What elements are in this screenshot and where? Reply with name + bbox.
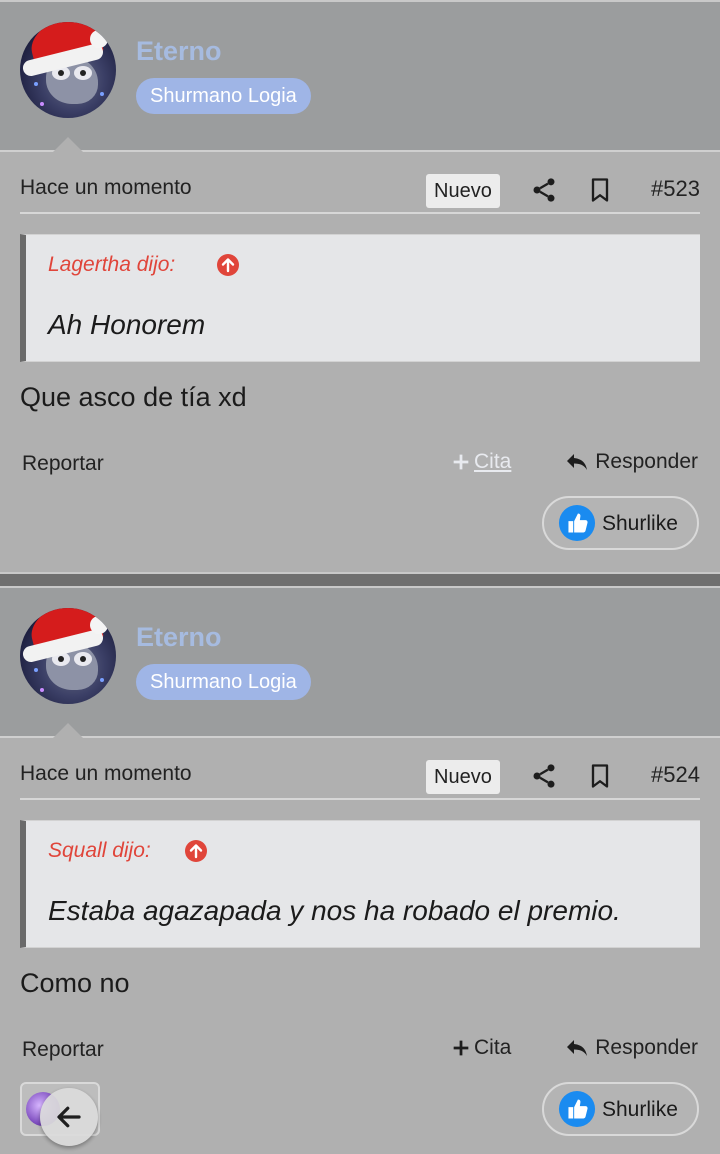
quote-block: Squall dijo: Estaba agazapada y nos ha r… (20, 820, 700, 948)
quote-button[interactable]: Cita (450, 1036, 511, 1060)
like-label: Shurlike (602, 1098, 678, 1121)
quote-label: Cita (474, 450, 512, 473)
user-header: Eterno Shurmano Logia (0, 0, 720, 153)
header-divider (0, 150, 720, 152)
thumbs-up-icon (558, 504, 596, 542)
reply-button[interactable]: Responder (565, 450, 698, 474)
post-524: Eterno Shurmano Logia Hace un momento Nu… (0, 586, 720, 1154)
bookmark-icon[interactable] (586, 762, 614, 790)
like-label: Shurlike (602, 512, 678, 535)
reply-icon (567, 454, 588, 470)
back-button[interactable] (40, 1088, 98, 1146)
new-badge: Nuevo (426, 760, 500, 794)
arrow-up-circle-icon[interactable] (216, 253, 240, 277)
new-badge: Nuevo (426, 174, 500, 208)
share-icon[interactable] (530, 762, 558, 790)
header-notch (52, 723, 84, 739)
reply-label: Responder (595, 1036, 698, 1059)
post-actions: Reportar Cita Responder (22, 448, 698, 482)
user-avatar[interactable] (20, 608, 116, 704)
like-button[interactable]: Shurlike (542, 496, 699, 550)
post-actions: Reportar Cita Responder (22, 1034, 698, 1068)
plus-icon (453, 1040, 469, 1056)
post-523: Eterno Shurmano Logia Hace un momento Nu… (0, 0, 720, 572)
plus-icon (453, 454, 469, 470)
quote-button[interactable]: Cita (450, 450, 511, 474)
post-message: Como no (20, 968, 130, 998)
quote-text: Estaba agazapada y nos ha robado el prem… (48, 895, 621, 926)
post-message: Que asco de tía xd (20, 382, 247, 412)
user-avatar[interactable] (20, 22, 116, 118)
quote-text: Ah Honorem (48, 309, 206, 340)
report-link[interactable]: Reportar (22, 1038, 104, 1062)
quote-author: Lagertha dijo: (48, 253, 176, 276)
role-badge: Shurmano Logia (136, 78, 311, 114)
share-icon[interactable] (530, 176, 558, 204)
username[interactable]: Eterno (136, 622, 222, 653)
reply-icon (567, 1040, 588, 1056)
post-meta: Hace un momento Nuevo #523 (20, 172, 700, 214)
arrow-left-icon (57, 1106, 81, 1128)
post-meta: Hace un momento Nuevo #524 (20, 758, 700, 800)
report-link[interactable]: Reportar (22, 452, 104, 476)
reply-button[interactable]: Responder (565, 1036, 698, 1060)
post-number[interactable]: #523 (651, 176, 700, 202)
thumbs-up-icon (558, 1090, 596, 1128)
username[interactable]: Eterno (136, 36, 222, 67)
quote-author: Squall dijo: (48, 839, 151, 862)
bookmark-icon[interactable] (586, 176, 614, 204)
quote-label: Cita (474, 1036, 512, 1059)
header-notch (52, 137, 84, 153)
post-number[interactable]: #524 (651, 762, 700, 788)
post-divider (0, 572, 720, 586)
user-header: Eterno Shurmano Logia (0, 586, 720, 739)
header-divider (0, 736, 720, 738)
arrow-up-circle-icon[interactable] (184, 839, 208, 863)
quote-block: Lagertha dijo: Ah Honorem (20, 234, 700, 362)
role-badge: Shurmano Logia (136, 664, 311, 700)
reply-label: Responder (595, 450, 698, 473)
like-button[interactable]: Shurlike (542, 1082, 699, 1136)
post-timestamp: Hace un momento (20, 176, 192, 199)
post-timestamp: Hace un momento (20, 762, 192, 785)
